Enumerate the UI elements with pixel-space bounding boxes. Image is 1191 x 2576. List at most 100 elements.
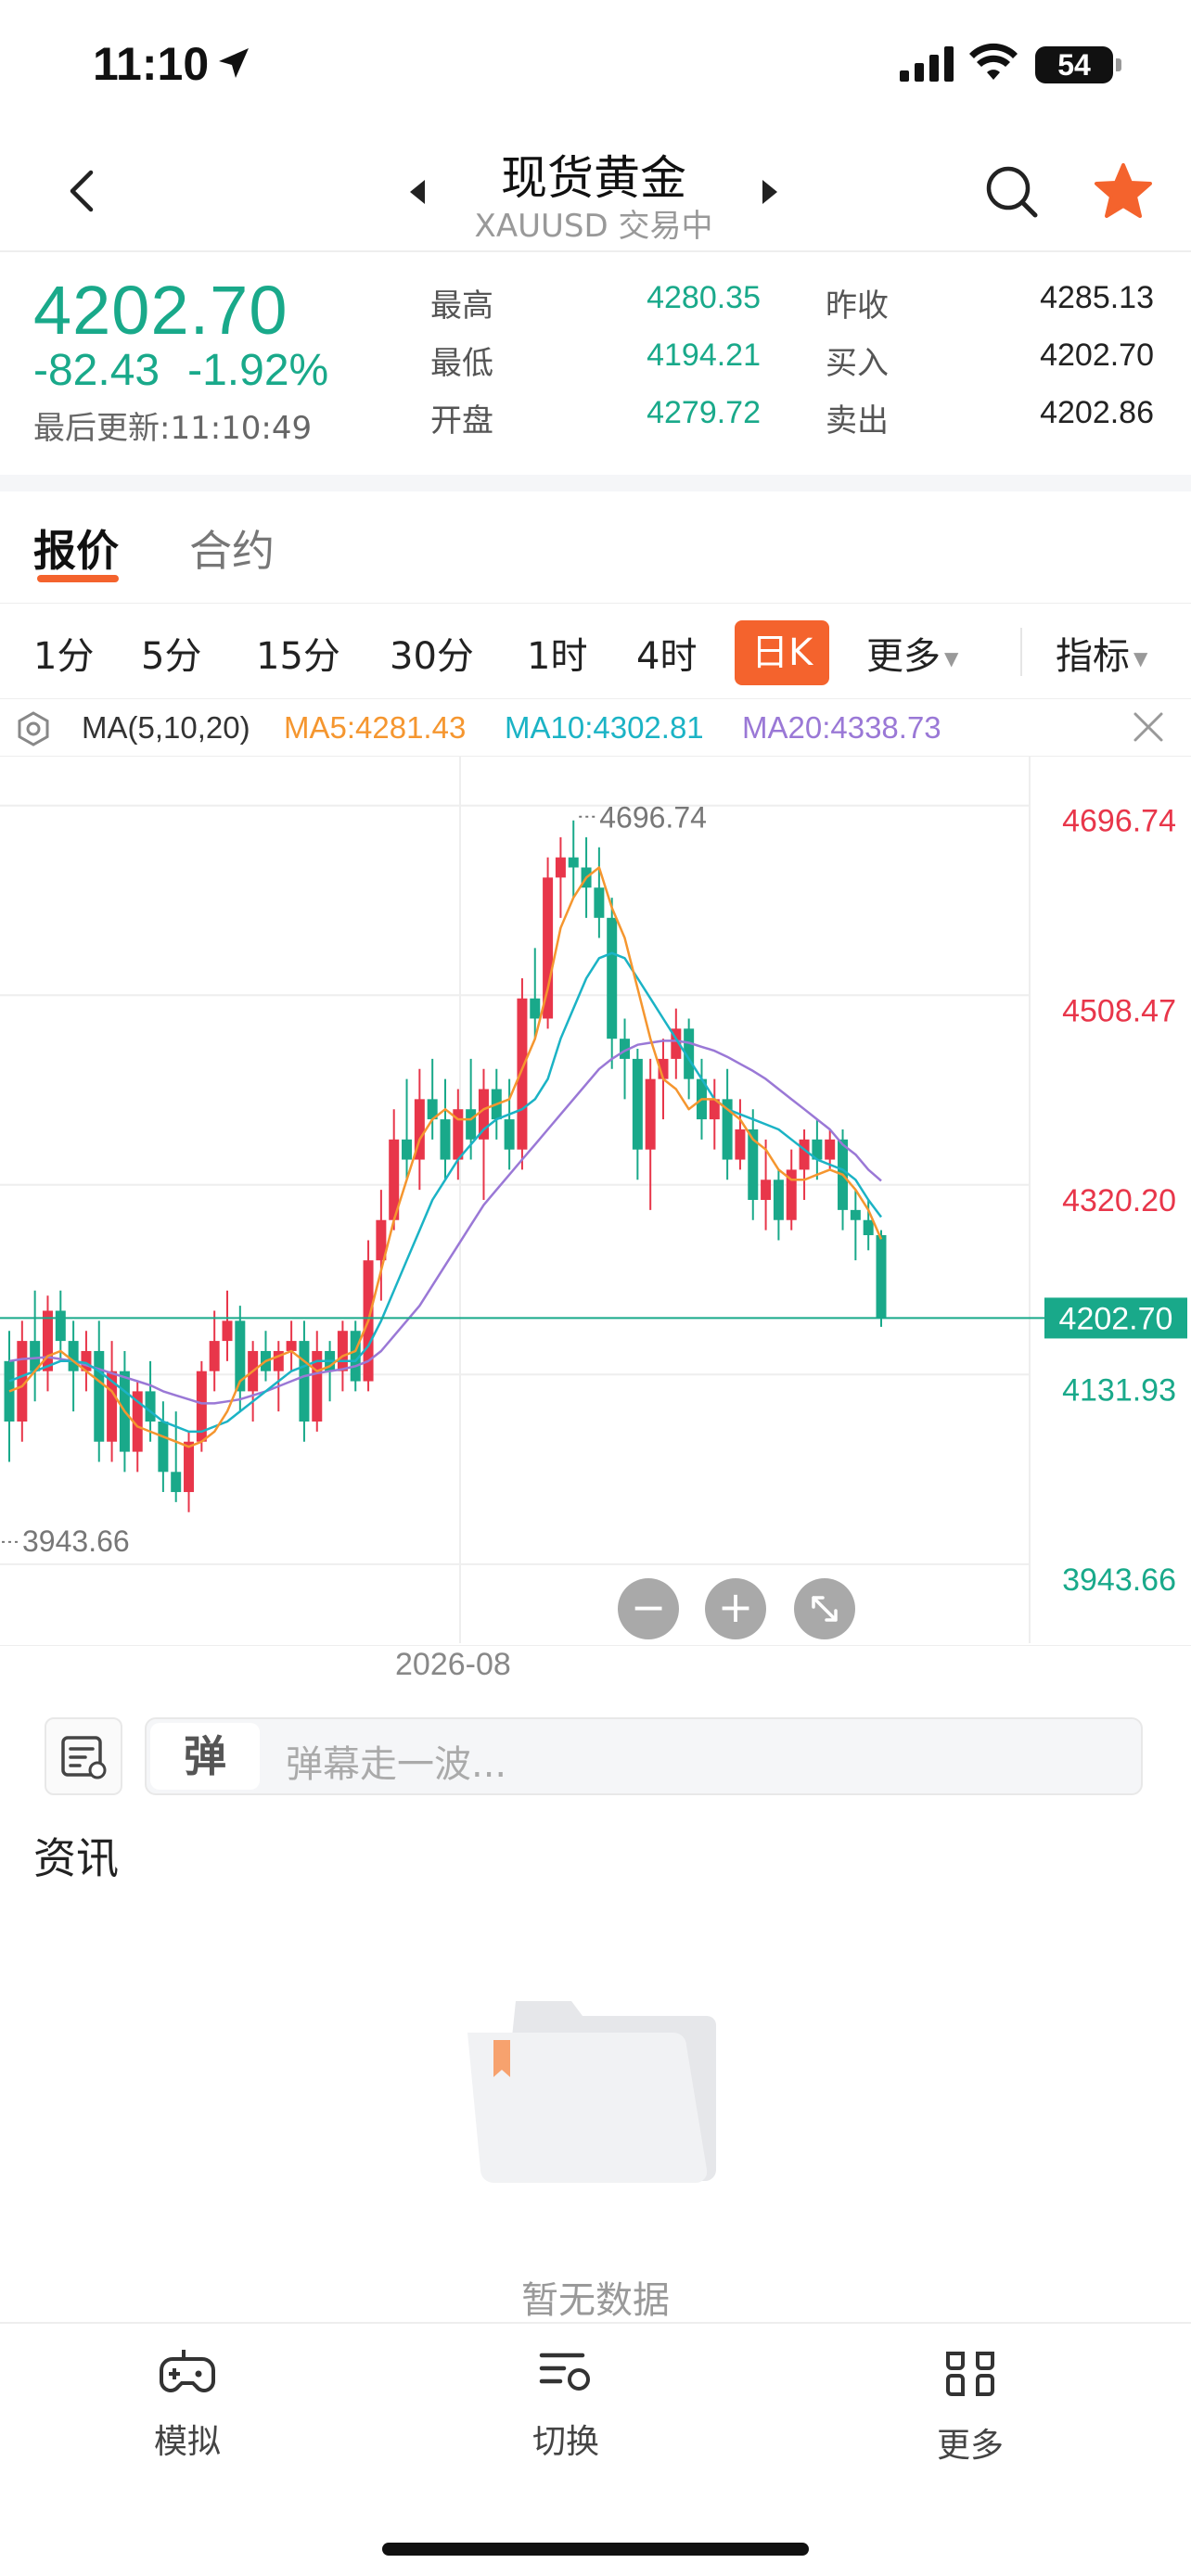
search-icon[interactable] bbox=[983, 163, 1041, 221]
candle-body bbox=[594, 887, 605, 918]
candle-body bbox=[222, 1320, 233, 1342]
candle-body bbox=[735, 1129, 746, 1160]
tab-more[interactable]: 更多 bbox=[905, 2346, 1035, 2467]
current-price: 4202.70 bbox=[33, 272, 288, 349]
folder-icon bbox=[467, 2001, 716, 2184]
period-more-label: 更多 bbox=[866, 635, 941, 678]
candle-body bbox=[530, 998, 541, 1019]
ma5-value: MA5:4281.43 bbox=[284, 710, 467, 745]
zoom-in-button[interactable]: + bbox=[705, 1578, 766, 1639]
period-1h[interactable]: 1时 bbox=[527, 626, 587, 680]
bottom-tab-bar: 模拟 切换 更多 bbox=[0, 2322, 1191, 2576]
candle-body bbox=[184, 1441, 195, 1493]
candle-body bbox=[607, 917, 618, 1039]
grid-icon bbox=[946, 2352, 994, 2396]
tab-simulate[interactable]: 模拟 bbox=[122, 2346, 252, 2463]
candle-body bbox=[632, 1058, 643, 1150]
danmaku-settings-button[interactable] bbox=[45, 1717, 122, 1795]
zoom-out-button[interactable]: − bbox=[618, 1578, 679, 1639]
signal-icon bbox=[900, 46, 954, 82]
period-5m[interactable]: 5分 bbox=[141, 626, 201, 680]
period-more[interactable]: 更多 ▼ bbox=[866, 626, 958, 680]
candle-body bbox=[337, 1331, 348, 1371]
gamepad-icon bbox=[160, 2350, 215, 2392]
status-bar: 11:10 54 bbox=[0, 0, 1191, 130]
page-title: 现货黄金 bbox=[501, 151, 686, 205]
stat-value-prev-close: 4285.13 bbox=[1040, 280, 1154, 315]
close-icon[interactable] bbox=[1130, 708, 1167, 753]
tab-indicator bbox=[37, 575, 119, 582]
tab-switch-label: 切换 bbox=[531, 2423, 599, 2461]
candle-body bbox=[55, 1310, 66, 1342]
period-30m[interactable]: 30分 bbox=[390, 626, 474, 680]
battery-icon: 54 bbox=[1035, 46, 1113, 83]
low-marker-label: 3943.66 bbox=[22, 1524, 130, 1558]
candle-body bbox=[402, 1139, 413, 1160]
indicator-button[interactable]: 指标 ▼ bbox=[1056, 626, 1147, 680]
tab-bar-top: 报价 合约 bbox=[0, 491, 1191, 603]
period-1m[interactable]: 1分 bbox=[33, 626, 94, 680]
stat-label-high: 最高 bbox=[430, 287, 493, 325]
back-icon[interactable] bbox=[56, 163, 111, 219]
danmaku-input[interactable]: 弹 弹幕走一波... bbox=[145, 1717, 1143, 1795]
candle-body bbox=[440, 1119, 451, 1160]
candle-body bbox=[68, 1341, 79, 1371]
period-daily[interactable]: 日K bbox=[735, 620, 830, 685]
y-tick-label: 4696.74 bbox=[1062, 804, 1176, 839]
next-icon[interactable] bbox=[759, 178, 779, 206]
stat-value-bid: 4202.70 bbox=[1040, 338, 1154, 373]
candle-body bbox=[799, 1139, 810, 1170]
period-selector: 1分 5分 15分 30分 1时 4时 日K 更多 ▼ 指标 ▼ bbox=[0, 603, 1191, 699]
ma-legend: MA(5,10,20) MA5:4281.43 MA10:4302.81 MA2… bbox=[0, 701, 1191, 757]
candle-body bbox=[299, 1341, 310, 1422]
battery-tip bbox=[1116, 58, 1121, 71]
stat-value-ask: 4202.86 bbox=[1040, 395, 1154, 430]
tab-contract[interactable]: 合约 bbox=[189, 517, 275, 579]
status-time: 11:10 bbox=[93, 38, 210, 90]
candle-body bbox=[850, 1209, 861, 1220]
stat-label-low: 最低 bbox=[430, 345, 493, 382]
empty-state-text: 暂无数据 bbox=[521, 2279, 670, 2322]
settings-hex-icon[interactable] bbox=[15, 710, 52, 755]
candle-body bbox=[145, 1391, 156, 1422]
prev-icon[interactable] bbox=[408, 178, 429, 206]
candle-body bbox=[286, 1341, 297, 1351]
kline-chart[interactable]: 4696.74 4508.47 4320.20 4131.93 3943.66 4202.… bbox=[0, 757, 1191, 1645]
candle-body bbox=[876, 1235, 887, 1319]
period-15m[interactable]: 15分 bbox=[256, 626, 340, 680]
y-tick-label: 4320.20 bbox=[1062, 1183, 1176, 1218]
fullscreen-button[interactable] bbox=[794, 1578, 855, 1639]
y-tick-label: 4131.93 bbox=[1062, 1372, 1176, 1408]
wifi-icon bbox=[969, 43, 1018, 80]
star-icon[interactable] bbox=[1093, 161, 1154, 221]
price-change: -82.43 -1.92% bbox=[33, 345, 328, 396]
location-arrow-icon bbox=[219, 48, 249, 78]
danmaku-badge: 弹 bbox=[150, 1723, 260, 1790]
tab-switch[interactable]: 切换 bbox=[501, 2346, 631, 2463]
stat-label-open: 开盘 bbox=[430, 402, 493, 440]
y-tick-label: 4508.47 bbox=[1062, 993, 1176, 1028]
stat-value-low: 4194.21 bbox=[647, 338, 761, 373]
candle-body bbox=[42, 1310, 53, 1371]
ma20-value: MA20:4338.73 bbox=[742, 710, 941, 745]
ma10-value: MA10:4302.81 bbox=[505, 710, 704, 745]
candle-body bbox=[645, 1078, 656, 1150]
candle-body bbox=[825, 1139, 836, 1160]
candle-body bbox=[761, 1180, 772, 1200]
period-4h[interactable]: 4时 bbox=[636, 626, 697, 680]
caret-down-icon: ▼ bbox=[1133, 647, 1148, 670]
candle-body bbox=[517, 998, 528, 1150]
danmaku-placeholder: 弹幕走一波... bbox=[286, 1743, 507, 1786]
ma-label: MA(5,10,20) bbox=[82, 710, 250, 745]
candle-body bbox=[555, 857, 566, 878]
caret-down-icon: ▼ bbox=[944, 647, 959, 670]
y-tick-label: 3943.66 bbox=[1062, 1562, 1176, 1598]
tab-quote[interactable]: 报价 bbox=[33, 517, 119, 579]
candle-body bbox=[94, 1350, 105, 1442]
change-percent: -1.92% bbox=[187, 346, 329, 395]
candle-body bbox=[171, 1472, 182, 1493]
candle-body bbox=[4, 1360, 15, 1422]
nav-bar: 现货黄金 XAUUSD 交易中 bbox=[0, 130, 1191, 252]
chart-bottom-divider bbox=[0, 1645, 1191, 1646]
section-divider bbox=[0, 475, 1191, 491]
